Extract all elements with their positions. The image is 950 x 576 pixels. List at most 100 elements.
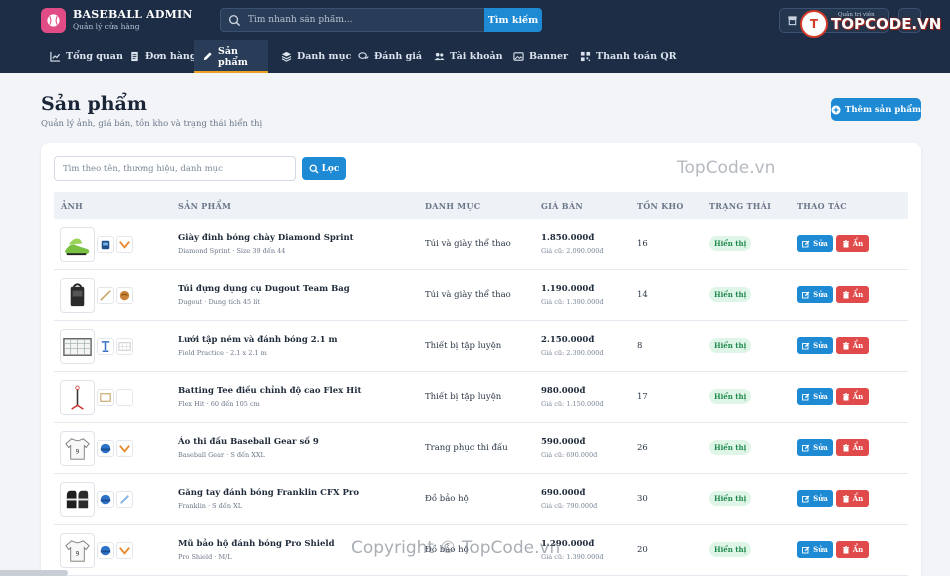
- watermark-logo-word: TOPCODE.VN: [831, 15, 942, 33]
- edit-button[interactable]: Sửa: [797, 235, 833, 252]
- filter-button[interactable]: Lọc: [302, 157, 346, 180]
- watermark-center: TopCode.vn: [677, 158, 776, 178]
- product-thumbnail[interactable]: 9: [60, 431, 95, 466]
- nav-item-qr-payment[interactable]: Thanh toán QR: [572, 40, 685, 73]
- product-meta: Baseball Gear · S đến XXL: [178, 451, 265, 459]
- product-stock: 17: [637, 392, 648, 402]
- edit-icon: [802, 444, 810, 451]
- nav-item-products[interactable]: Sản phẩm: [194, 40, 268, 73]
- product-thumbnail-small[interactable]: [116, 542, 133, 559]
- products-card: Lọc ẢNH SẢN PHẨM DANH MỤC GIÁ BÁN TỒN KH…: [41, 143, 921, 576]
- hide-button[interactable]: Ẩn: [836, 286, 869, 303]
- watermark-logo-mark: T: [800, 10, 828, 38]
- hide-label: Ẩn: [852, 392, 864, 401]
- hide-button[interactable]: Ẩn: [836, 541, 869, 558]
- product-old-price: Giá cũ: 690.000đ: [541, 451, 598, 459]
- product-thumbnail-small[interactable]: [97, 338, 114, 355]
- product-images: [60, 227, 133, 262]
- global-search-input[interactable]: [248, 9, 478, 31]
- product-name: Găng tay đánh bóng Franklin CFX Pro: [178, 488, 360, 498]
- edit-label: Sửa: [813, 494, 828, 503]
- product-thumbnail-small[interactable]: [116, 389, 133, 406]
- hide-button[interactable]: Ẩn: [836, 235, 869, 252]
- edit-button[interactable]: Sửa: [797, 490, 833, 507]
- trash-icon: [842, 239, 849, 247]
- edit-button[interactable]: Sửa: [797, 286, 833, 303]
- product-filter-input[interactable]: [54, 156, 296, 181]
- global-search-button[interactable]: Tìm kiếm: [484, 8, 542, 32]
- brand-logo[interactable]: [41, 8, 66, 33]
- global-search: Tìm kiếm: [220, 8, 542, 32]
- hide-button[interactable]: Ẩn: [836, 490, 869, 507]
- product-thumbnail-small[interactable]: [116, 287, 133, 304]
- edit-icon: [802, 342, 810, 349]
- add-product-button[interactable]: Thêm sản phẩm: [831, 98, 921, 121]
- nav-item-orders[interactable]: Đơn hàng: [121, 40, 204, 73]
- hide-button[interactable]: Ẩn: [836, 388, 869, 405]
- product-thumbnail-small[interactable]: [97, 236, 114, 253]
- product-thumbnail[interactable]: [60, 329, 95, 364]
- qr-icon: [580, 51, 591, 62]
- product-stock: 8: [637, 341, 643, 351]
- status-badge: Hiển thị: [709, 491, 752, 506]
- product-thumbnail-small[interactable]: [116, 440, 133, 457]
- product-thumbnail[interactable]: [60, 482, 95, 517]
- product-images: [60, 278, 133, 313]
- plus-circle-icon: [831, 105, 841, 114]
- product-thumbnail-small[interactable]: [116, 236, 133, 253]
- nav-item-dashboard[interactable]: Tổng quan: [42, 40, 131, 73]
- product-thumbnail-small[interactable]: [97, 542, 114, 559]
- product-thumbnail[interactable]: [60, 278, 95, 313]
- product-thumbnail[interactable]: [60, 380, 95, 415]
- product-images: 9: [60, 431, 133, 466]
- hide-button[interactable]: Ẩn: [836, 337, 869, 354]
- status-badge: Hiển thị: [709, 338, 752, 353]
- product-thumbnail[interactable]: [60, 227, 95, 262]
- store-icon: [788, 16, 797, 26]
- edit-icon: [802, 546, 810, 553]
- receipt-icon: [131, 51, 138, 62]
- edit-label: Sửa: [813, 392, 828, 401]
- hide-button[interactable]: Ẩn: [836, 439, 869, 456]
- layers-icon: [281, 51, 292, 62]
- product-name: Lưới tập ném và đánh bóng 2.1 m: [178, 335, 338, 345]
- product-price: 2.150.000đ: [541, 335, 595, 345]
- product-category: Túi và giày thể thao: [425, 290, 511, 300]
- nav-item-categories[interactable]: Danh mục: [273, 40, 359, 73]
- horizontal-scrollbar[interactable]: [0, 570, 68, 576]
- table-header: ẢNH SẢN PHẨM DANH MỤC GIÁ BÁN TỒN KHO TR…: [54, 192, 908, 219]
- watermark-logo: T TOPCODE.VN: [800, 10, 941, 38]
- table-row: Lưới tập ném và đánh bóng 2.1 m Field Pra…: [54, 321, 908, 372]
- status-badge: Hiển thị: [709, 542, 752, 557]
- product-name: Áo thi đấu Baseball Gear số 9: [178, 437, 319, 447]
- product-meta: Diamond Sprint · Size 39 đến 44: [178, 247, 286, 255]
- product-thumbnail-small[interactable]: [116, 491, 133, 508]
- product-thumbnail[interactable]: 9: [60, 533, 95, 568]
- edit-icon: [802, 240, 810, 247]
- nav-item-reviews[interactable]: Đánh giá: [350, 40, 430, 73]
- product-price: 1.190.000đ: [541, 284, 595, 294]
- product-thumbnail-small[interactable]: [97, 491, 114, 508]
- col-actions: THAO TÁC: [797, 201, 847, 211]
- product-old-price: Giá cũ: 790.000đ: [541, 502, 598, 510]
- trash-icon: [842, 341, 849, 349]
- edit-label: Sửa: [813, 545, 828, 554]
- page-subtitle: Quản lý ảnh, giá bán, tồn kho và trạng t…: [41, 119, 263, 129]
- edit-button[interactable]: Sửa: [797, 337, 833, 354]
- product-images: 9: [60, 533, 133, 568]
- product-meta: Field Practice · 2.1 x 2.1 m: [178, 349, 267, 357]
- table-row: Giày đinh bóng chày Diamond Sprint Diamon…: [54, 219, 908, 270]
- product-thumbnail-small[interactable]: [116, 338, 133, 355]
- product-thumbnail-small[interactable]: [97, 440, 114, 457]
- brand-name: BASEBALL ADMIN: [73, 8, 193, 21]
- nav-item-banner[interactable]: Banner: [505, 40, 576, 73]
- product-thumbnail-small[interactable]: [97, 389, 114, 406]
- product-stock: 20: [637, 545, 648, 555]
- edit-button[interactable]: Sửa: [797, 439, 833, 456]
- edit-button[interactable]: Sửa: [797, 388, 833, 405]
- product-stock: 14: [637, 290, 648, 300]
- edit-button[interactable]: Sửa: [797, 541, 833, 558]
- product-thumbnail-small[interactable]: [97, 287, 114, 304]
- nav-item-accounts[interactable]: Tài khoản: [426, 40, 511, 73]
- trash-icon: [842, 494, 849, 502]
